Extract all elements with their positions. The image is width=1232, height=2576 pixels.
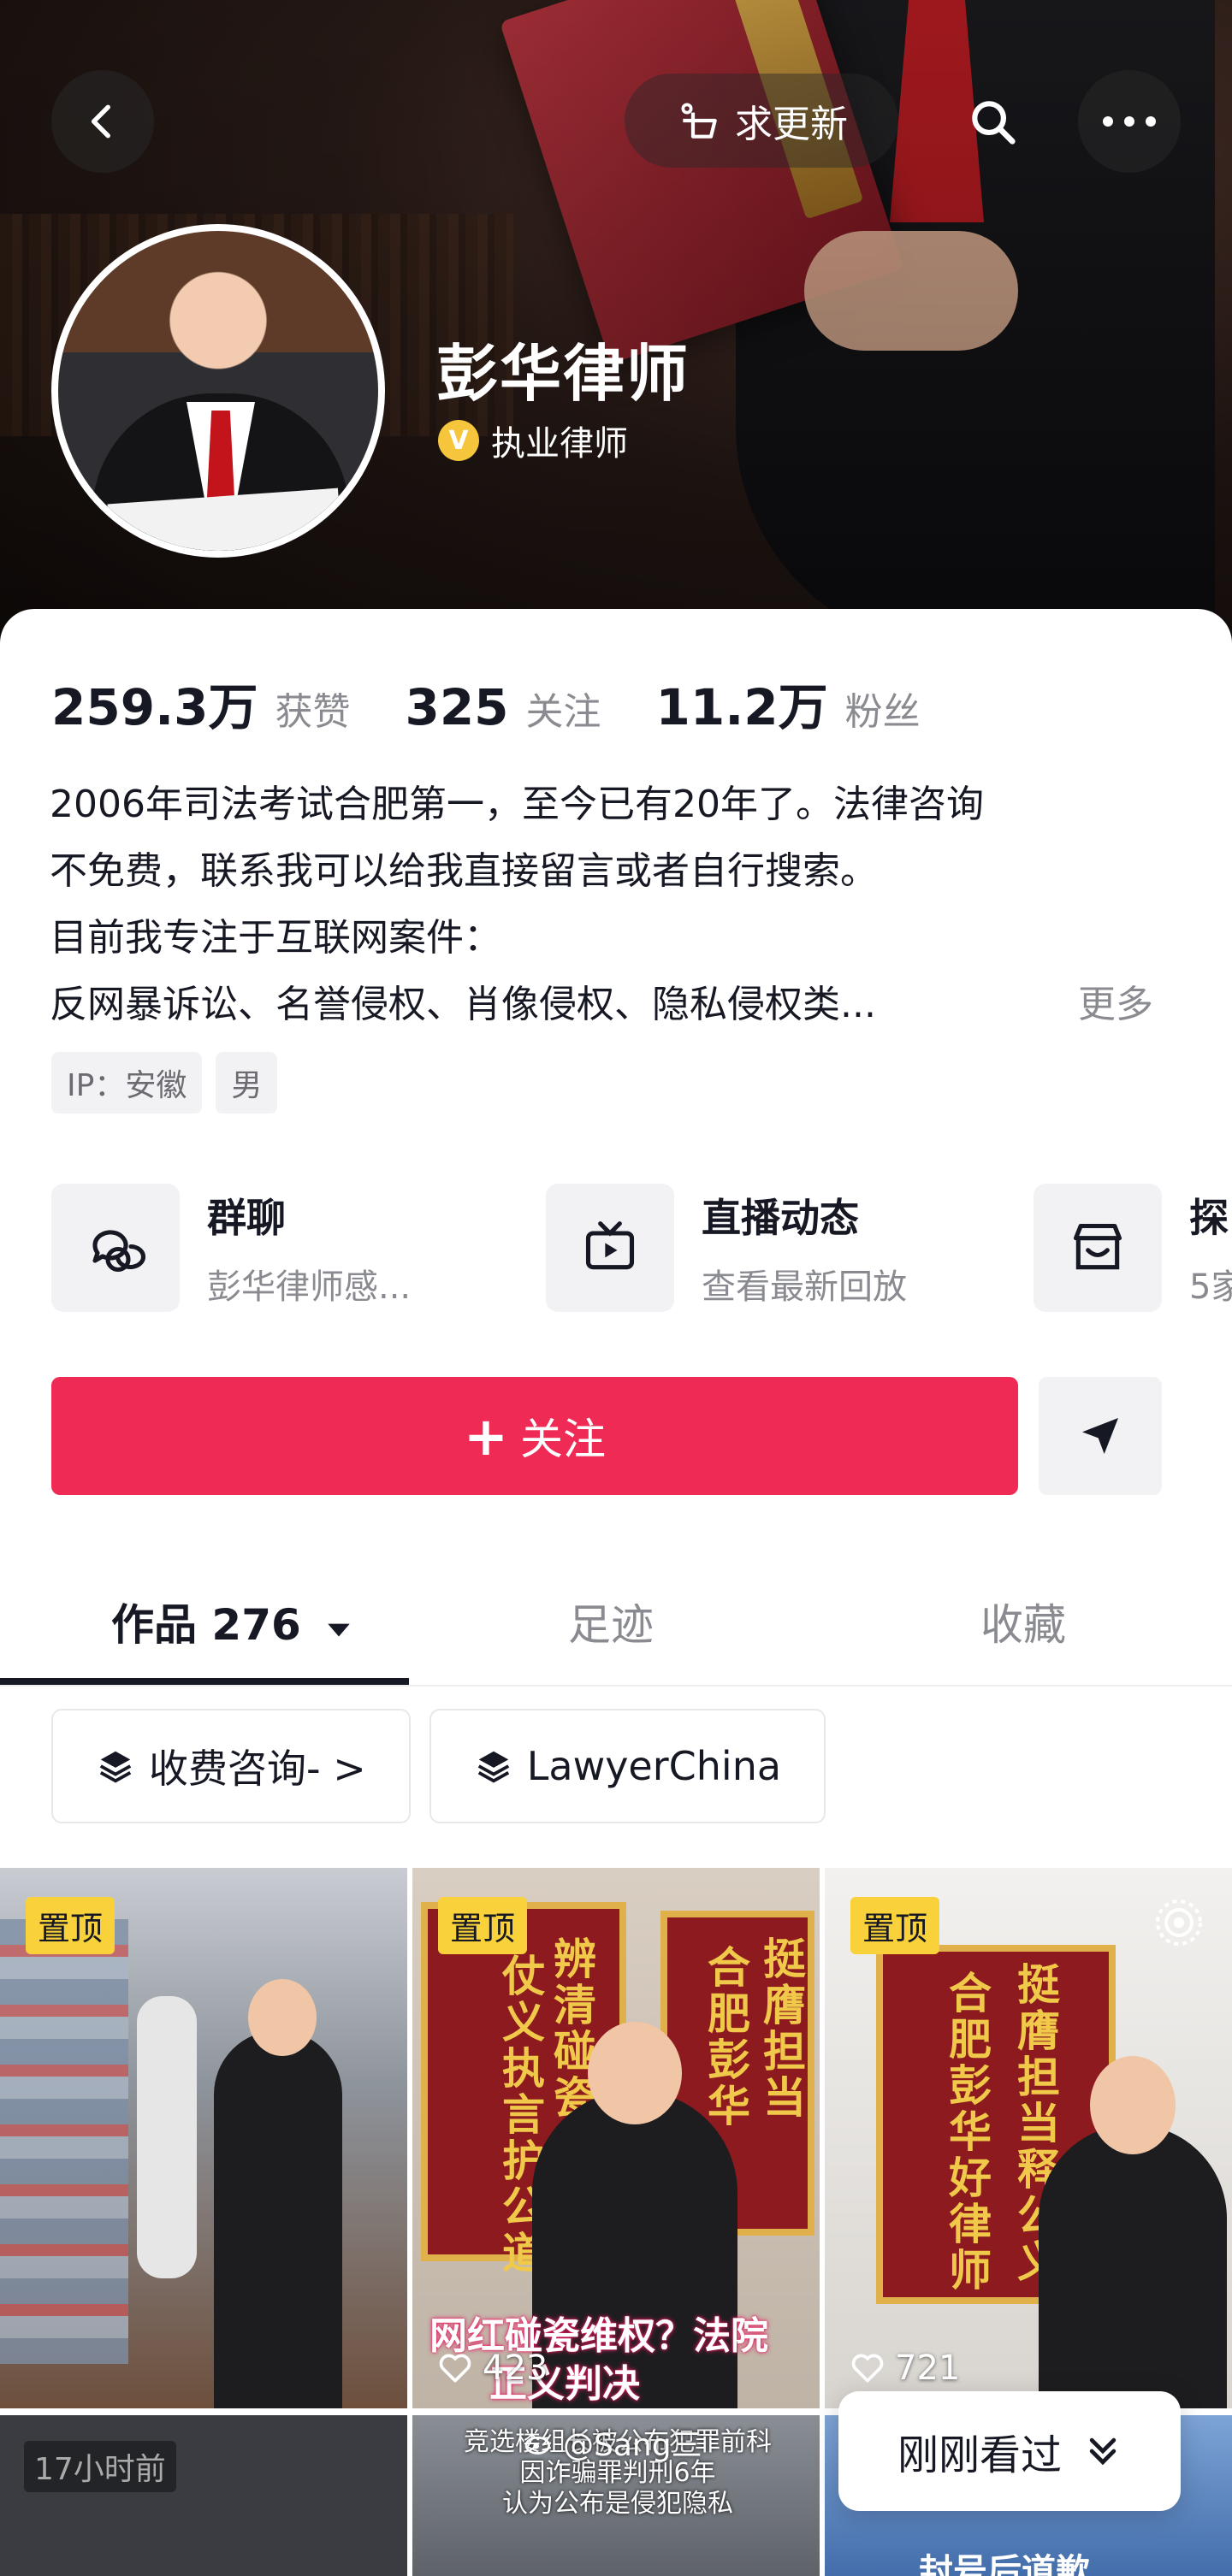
video-thumbnail[interactable]: 挺膺担当释公义 合肥彭华好律师 置顶 721 bbox=[825, 1868, 1232, 2408]
plus-icon: + bbox=[464, 1404, 508, 1468]
chat-bubbles-icon bbox=[92, 1230, 146, 1273]
layers-icon bbox=[477, 1751, 509, 1783]
stats-row: 259.3万 获赞 325 关注 11.2万 粉丝 bbox=[51, 667, 975, 739]
more-options-button[interactable] bbox=[1078, 70, 1181, 173]
video-thumbnail[interactable]: 17小时前 bbox=[0, 2415, 407, 2576]
stat-followers[interactable]: 11.2万 粉丝 bbox=[656, 667, 921, 739]
back-button[interactable] bbox=[51, 70, 154, 173]
video-thumbnail[interactable]: 辨清碰瓷维权事 仗义执言护公道 挺膺担当 合肥彭华 置顶 网红碰瓷维权？法院 正… bbox=[412, 1868, 820, 2408]
chip-label: 收费咨询- > bbox=[149, 1746, 366, 1792]
heart-icon bbox=[851, 2354, 884, 2383]
tv-play-icon bbox=[585, 1221, 635, 1270]
stat-label: 获赞 bbox=[275, 690, 351, 734]
share-button[interactable] bbox=[1039, 1377, 1162, 1495]
gender-tag: 男 bbox=[216, 1052, 278, 1114]
recently-viewed-button[interactable]: 刚刚看过 bbox=[838, 2391, 1181, 2511]
pinned-badge: 置顶 bbox=[26, 1897, 116, 1954]
stat-label: 粉丝 bbox=[844, 690, 921, 734]
bio-more-link[interactable]: 更多 bbox=[1078, 972, 1153, 1038]
active-tab-indicator bbox=[0, 1678, 409, 1685]
feature-group-chat[interactable]: 群聊 彭华律师感... bbox=[51, 1184, 411, 1312]
feature-row: 群聊 彭华律师感... 直播动态 查看最新回放 探 5家 bbox=[51, 1184, 1232, 1320]
search-button[interactable] bbox=[950, 79, 1035, 164]
caret-down-icon bbox=[328, 1623, 350, 1637]
stat-likes[interactable]: 259.3万 获赞 bbox=[51, 667, 350, 739]
tab-footprints[interactable]: 足迹 bbox=[568, 1591, 654, 1652]
tab-favorites[interactable]: 收藏 bbox=[980, 1591, 1066, 1652]
content-tabs: 作品 276 足迹 收藏 bbox=[0, 1567, 1232, 1687]
video-thumbnail[interactable]: 置顶 bbox=[0, 1868, 407, 2408]
pointing-hand-icon bbox=[681, 103, 717, 139]
recently-viewed-label: 刚刚看过 bbox=[897, 2431, 1062, 2479]
stat-value: 325 bbox=[405, 678, 509, 736]
avatar[interactable] bbox=[51, 224, 385, 558]
shop-icon bbox=[1073, 1223, 1122, 1270]
bio-line: 反网暴诉讼、名誉侵权、肖像侵权、隐私侵权类... bbox=[50, 983, 876, 1026]
weibo-logo-icon bbox=[524, 2436, 550, 2455]
stat-label: 关注 bbox=[525, 690, 601, 734]
request-update-button[interactable]: 求更新 bbox=[625, 74, 898, 168]
stat-value: 11.2万 bbox=[655, 678, 828, 736]
search-icon bbox=[972, 101, 1016, 145]
feature-subtitle: 彭华律师感... bbox=[207, 1267, 412, 1307]
pinned-badge: 置顶 bbox=[850, 1897, 940, 1954]
bio-line: 2006年司法考试合肥第一，至今已有20年了。法律咨询 bbox=[50, 783, 984, 826]
feature-title: 直播动态 bbox=[702, 1195, 859, 1241]
tab-works[interactable]: 作品 276 bbox=[111, 1591, 353, 1652]
video-caption: 封号后道歉 bbox=[919, 2552, 1090, 2576]
bio-line: 目前我专注于互联网案件： bbox=[50, 916, 501, 960]
double-chevron-down-icon bbox=[1089, 2437, 1116, 2466]
more-dots-icon bbox=[1103, 116, 1156, 127]
feature-title: 群聊 bbox=[207, 1195, 286, 1241]
follow-button[interactable]: + 关注 bbox=[51, 1377, 1018, 1495]
tab-works-label: 作品 276 bbox=[111, 1600, 301, 1650]
live-ring-icon bbox=[1153, 1897, 1205, 1952]
verified-label: V 执业律师 bbox=[438, 416, 628, 465]
heart-icon bbox=[439, 2354, 471, 2383]
like-count: 721 bbox=[849, 2349, 960, 2388]
like-count: 423 bbox=[436, 2349, 548, 2388]
send-arrow-icon bbox=[1082, 1418, 1118, 1454]
profile-tags: IP：安徽 男 bbox=[51, 1052, 278, 1114]
request-update-label: 求更新 bbox=[735, 103, 848, 146]
bio: 2006年司法考试合肥第一，至今已有20年了。法律咨询 不免费，联系我可以给我直… bbox=[50, 771, 1188, 1038]
pinned-badge: 置顶 bbox=[438, 1897, 528, 1954]
profile-name: 彭华律师 bbox=[436, 338, 690, 410]
chip-paid-consult[interactable]: 收费咨询- > bbox=[51, 1709, 411, 1823]
feature-subtitle: 查看最新回放 bbox=[702, 1267, 907, 1307]
verified-badge-icon: V bbox=[438, 420, 479, 461]
watermark: @Sang三 bbox=[522, 2420, 702, 2465]
stat-following[interactable]: 325 关注 bbox=[405, 678, 601, 736]
profile-card: 259.3万 获赞 325 关注 11.2万 粉丝 2006年司法考试合肥第一，… bbox=[0, 609, 1232, 2576]
chevron-left-icon bbox=[91, 104, 110, 139]
stat-value: 259.3万 bbox=[51, 678, 258, 736]
verified-text: 执业律师 bbox=[491, 424, 628, 464]
ip-location-tag: IP：安徽 bbox=[51, 1052, 203, 1114]
time-tag: 17小时前 bbox=[24, 2441, 176, 2492]
follow-label: 关注 bbox=[519, 1415, 606, 1464]
collection-chips: 收费咨询- > LawyerChina bbox=[51, 1709, 826, 1823]
feature-subtitle: 5家 bbox=[1189, 1267, 1232, 1307]
feature-shop[interactable]: 探 5家 bbox=[1034, 1184, 1232, 1312]
feature-live[interactable]: 直播动态 查看最新回放 bbox=[546, 1184, 907, 1312]
chip-label: LawyerChina bbox=[526, 1743, 782, 1789]
layers-icon bbox=[99, 1751, 132, 1783]
chip-lawyerchina[interactable]: LawyerChina bbox=[429, 1709, 826, 1823]
bio-line: 不免费，联系我可以给我直接留言或者自行搜索。 bbox=[50, 849, 878, 893]
feature-title: 探 bbox=[1189, 1195, 1229, 1241]
